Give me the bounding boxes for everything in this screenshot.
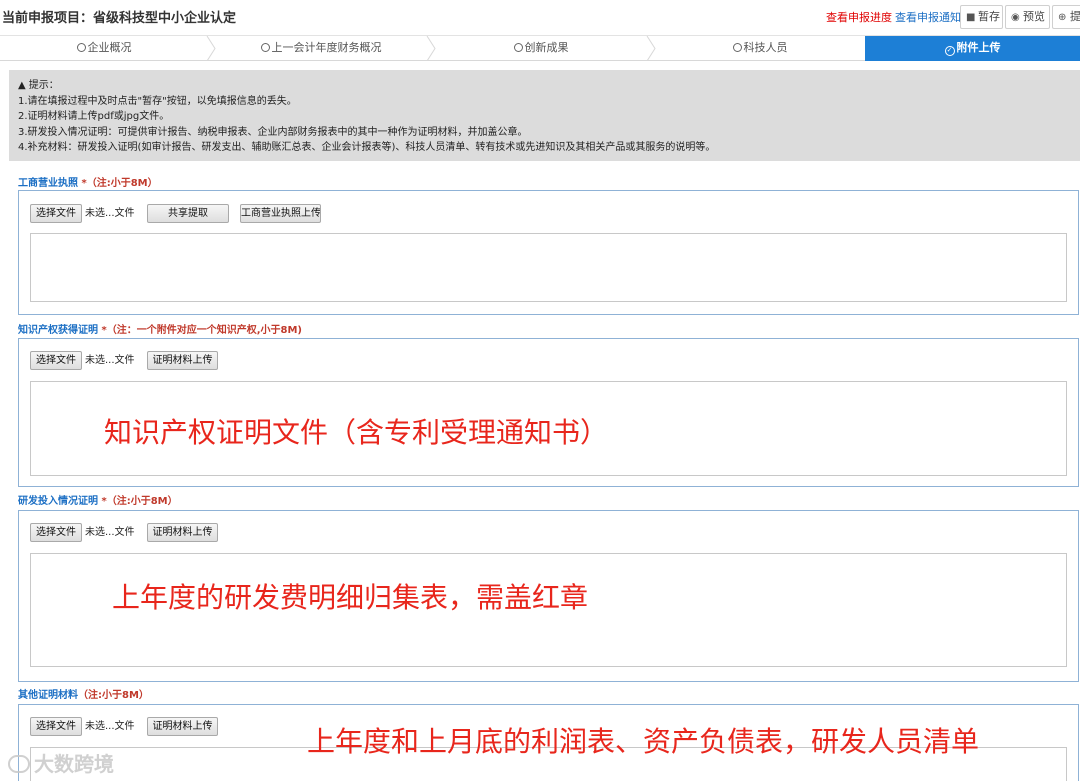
top-bar: 当前申报项目：省级科技型中小企业认定 查看申报进度 查看申报通知 ■ 暂存 ◉ 预览 … bbox=[0, 0, 1080, 36]
choose-file-button[interactable]: 选择文件 bbox=[30, 717, 82, 736]
tip-line: 4.补充材料：研发投入证明(如审计报告、研发支出、辅助账汇总表、企业会计报表等)… bbox=[18, 142, 716, 153]
ip-annotation-text: 知识产权证明文件（含专利受理通知书） bbox=[104, 416, 609, 449]
submit-button[interactable]: ⊕ 提 bbox=[1052, 5, 1080, 29]
eye-icon: ◉ bbox=[1011, 12, 1020, 23]
other-annotation-text: 上年度和上月底的利润表、资产负债表，研发人员清单 bbox=[307, 725, 980, 758]
view-progress-link[interactable]: 查看申报进度 bbox=[826, 11, 892, 24]
choose-file-button[interactable]: 选择文件 bbox=[30, 523, 82, 542]
section-title: 其他证明材料 bbox=[18, 690, 78, 701]
rd-annotation-text: 上年度的研发费明细归集表，需盖红章 bbox=[112, 581, 589, 614]
choose-file-button[interactable]: 选择文件 bbox=[30, 204, 82, 223]
step-separator-icon bbox=[426, 36, 436, 61]
check-circle-icon: ✓ bbox=[944, 46, 955, 56]
circle-icon bbox=[76, 43, 86, 52]
watermark-logo-icon bbox=[8, 755, 30, 773]
step-nav: 企业概况 上一会计年度财务概况 创新成果 科技人员 ✓ 附件上传 bbox=[0, 36, 1080, 61]
ip-proof-label: 知识产权获得证明 *（注：一个附件对应一个知识产权,小于8M) bbox=[18, 321, 302, 336]
preview-button[interactable]: ◉ 预览 bbox=[1005, 5, 1050, 29]
rd-investment-label: 研发投入情况证明 *（注:小于8M） bbox=[18, 492, 178, 507]
circle-icon bbox=[260, 43, 270, 52]
tips-title: 提示： bbox=[28, 80, 59, 91]
step-separator-icon bbox=[646, 36, 656, 61]
tip-line: 2.证明材料请上传pdf或jpg文件。 bbox=[18, 111, 170, 122]
size-note: （注:小于8M） bbox=[78, 690, 149, 701]
step-separator-icon bbox=[206, 36, 216, 61]
circle-icon bbox=[732, 43, 742, 52]
watermark-text: 大数跨境 bbox=[34, 752, 114, 776]
preview-label: 预览 bbox=[1023, 10, 1045, 23]
other-proof-label: 其他证明材料（注:小于8M） bbox=[18, 686, 149, 701]
section-title: 知识产权获得证明 bbox=[18, 325, 98, 336]
tips-panel: ▲ 提示： 1.请在填报过程中及时点击"暂存"按钮，以免填报信息的丢失。 2.证明… bbox=[9, 70, 1080, 161]
warning-icon: ▲ bbox=[18, 80, 26, 91]
file-status: 未选...文件 bbox=[85, 208, 135, 219]
save-draft-button[interactable]: ■ 暂存 bbox=[960, 5, 1003, 29]
step-innovation-results[interactable]: 创新成果 bbox=[436, 36, 646, 61]
size-note: （注:小于8M） bbox=[106, 496, 178, 507]
tip-line: 3.研发投入情况证明：可提供审计报告、纳税申报表、企业内部财务报表中的其中一种作… bbox=[18, 126, 528, 138]
circle-icon bbox=[513, 43, 523, 52]
tip-line: 1.请在填报过程中及时点击"暂存"按钮，以免填报信息的丢失。 bbox=[18, 95, 297, 107]
watermark: 大数跨境 bbox=[8, 748, 114, 777]
section-title: 工商营业执照 bbox=[18, 178, 78, 189]
step-attachment-upload[interactable]: ✓ 附件上传 bbox=[865, 36, 1080, 61]
step-company-overview[interactable]: 企业概况 bbox=[0, 36, 208, 61]
proof-upload-button[interactable]: 证明材料上传 bbox=[147, 351, 218, 370]
business-license-label: 工商营业执照 *（注:小于8M） bbox=[18, 174, 158, 189]
file-status: 未选...文件 bbox=[85, 355, 135, 366]
step-finance-overview[interactable]: 上一会计年度财务概况 bbox=[216, 36, 426, 61]
file-status: 未选...文件 bbox=[85, 527, 135, 538]
step-tech-staff[interactable]: 科技人员 bbox=[656, 36, 864, 61]
step-label: 科技人员 bbox=[743, 41, 788, 54]
proof-upload-button[interactable]: 证明材料上传 bbox=[147, 717, 218, 736]
file-status: 未选...文件 bbox=[85, 721, 135, 732]
business-license-section: 选择文件 未选...文件 共享提取 工商营业执照上传 bbox=[18, 190, 1079, 315]
attachment-list-area bbox=[30, 233, 1067, 302]
step-label: 附件上传 bbox=[956, 41, 1001, 54]
tips-heading: ▲ 提示： bbox=[18, 78, 1080, 94]
up-circle-icon: ⊕ bbox=[1058, 12, 1067, 23]
share-extract-button[interactable]: 共享提取 bbox=[147, 204, 229, 223]
page-title: 当前申报项目：省级科技型中小企业认定 bbox=[2, 11, 237, 26]
step-label: 企业概况 bbox=[87, 41, 132, 54]
view-notice-link[interactable]: 查看申报通知 bbox=[895, 11, 961, 24]
floppy-icon: ■ bbox=[966, 12, 976, 23]
submit-label: 提 bbox=[1070, 10, 1080, 23]
license-upload-button[interactable]: 工商营业执照上传 bbox=[240, 204, 321, 223]
step-label: 创新成果 bbox=[524, 41, 569, 54]
proof-upload-button[interactable]: 证明材料上传 bbox=[147, 523, 218, 542]
save-draft-label: 暂存 bbox=[978, 10, 1000, 23]
step-label: 上一会计年度财务概况 bbox=[271, 41, 382, 54]
size-note: （注：一个附件对应一个知识产权,小于8M) bbox=[106, 325, 302, 336]
top-links: 查看申报进度 查看申报通知 bbox=[826, 9, 961, 25]
section-title: 研发投入情况证明 bbox=[18, 496, 98, 507]
choose-file-button[interactable]: 选择文件 bbox=[30, 351, 82, 370]
size-note: （注:小于8M） bbox=[86, 178, 158, 189]
